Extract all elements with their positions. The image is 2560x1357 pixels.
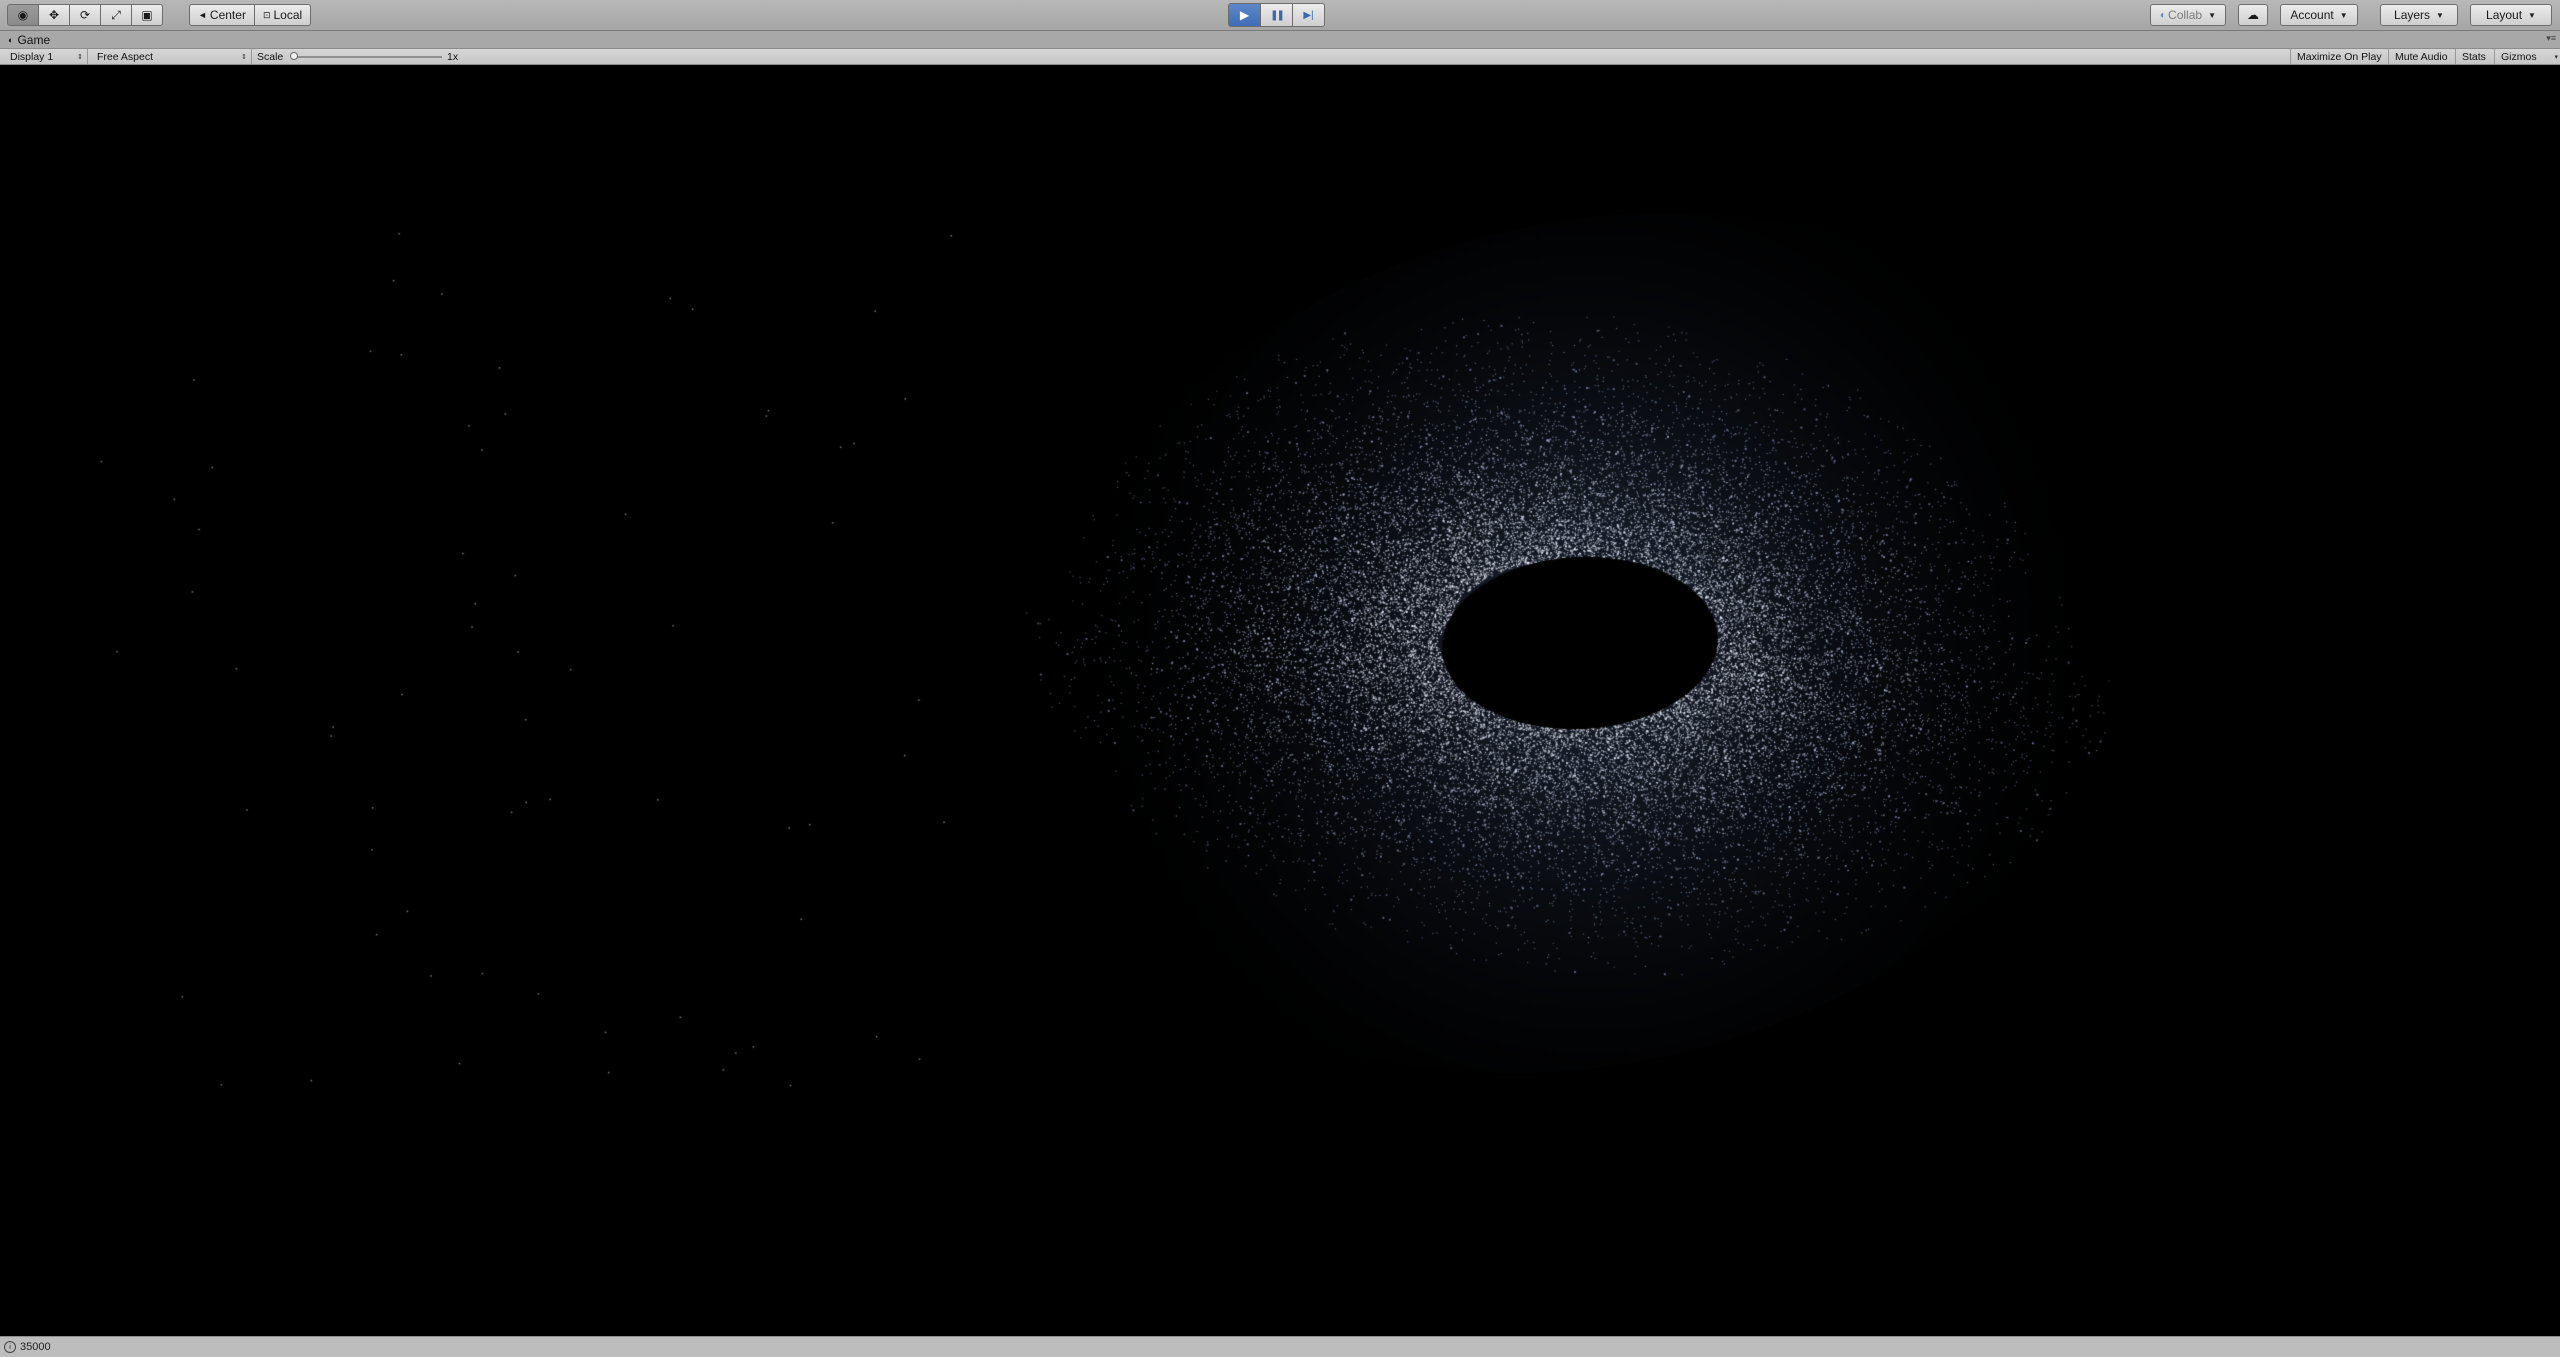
cloud-button[interactable]: ☁ [2238, 4, 2268, 26]
account-label: Account [2290, 8, 2334, 22]
tab-game-label: Game [17, 33, 51, 47]
status-bar: i 35000 [0, 1336, 2560, 1357]
info-icon: i [4, 1341, 16, 1353]
pause-icon: ❚❚ [1270, 9, 1285, 21]
pivot-controls: ◄ Center ⊡ Local [189, 4, 312, 26]
play-button[interactable]: ▶ [1228, 3, 1261, 27]
layers-dropdown[interactable]: Layers ▼ [2380, 4, 2458, 26]
pivot-icon: ◄ [198, 10, 207, 20]
status-message[interactable]: 35000 [20, 1341, 51, 1353]
updown-arrow-icon: ⇕ [241, 53, 247, 61]
rotate-tool-button[interactable]: ⟳ [69, 4, 101, 26]
scale-icon: ⤢ [111, 7, 121, 22]
display-label: Display 1 [10, 50, 54, 63]
particle-galaxy-render [0, 65, 2560, 1336]
display-dropdown[interactable]: Display 1 ⇕ [0, 49, 88, 64]
mute-audio-label: Mute Audio [2395, 50, 2448, 63]
pivot-center-button[interactable]: ◄ Center [189, 4, 255, 26]
eye-icon: ◉ [17, 8, 29, 22]
chevron-down-icon: ▼ [2528, 10, 2536, 20]
game-icon: ◐ [8, 35, 14, 45]
main-toolbar: ◉ ✥ ⟳ ⤢ ▣ ◄ Center ⊡ Local ▶ ❚❚ ▶| ◐ Col… [0, 0, 2560, 31]
collab-button[interactable]: ◐ Collab ▼ [2150, 4, 2226, 26]
game-view-toolbar: Display 1 ⇕ Free Aspect ⇕ Scale 1x Maxim… [0, 49, 2560, 65]
chevron-down-icon: ▼ [2436, 10, 2444, 20]
tab-menu-icon[interactable]: ▾≡ [2546, 33, 2556, 44]
scale-label: Scale [257, 50, 284, 63]
stats-toggle[interactable]: Stats [2455, 49, 2492, 64]
rotate-icon: ⟳ [79, 8, 91, 22]
chevron-down-icon: ▼ [2208, 10, 2216, 20]
scale-slider-thumb[interactable] [290, 52, 298, 60]
pause-button[interactable]: ❚❚ [1260, 3, 1293, 27]
game-tab-bar: ◐ Game ▾≡ [0, 31, 2560, 49]
cloud-icon: ☁ [2247, 8, 2259, 22]
aspect-label: Free Aspect [97, 50, 154, 63]
play-icon: ▶ [1239, 8, 1250, 22]
move-icon: ✥ [48, 8, 60, 22]
scale-tool-button[interactable]: ⤢ [100, 4, 132, 26]
collab-label: Collab [2168, 8, 2203, 22]
stats-label: Stats [2462, 50, 2486, 63]
layout-label: Layout [2486, 8, 2523, 22]
updown-arrow-icon: ⇕ [77, 53, 83, 61]
pivot-local-label: Local [273, 8, 303, 22]
collab-icon: ◐ [2160, 9, 2167, 21]
tab-game[interactable]: ◐ Game [4, 32, 58, 48]
step-button[interactable]: ▶| [1292, 3, 1325, 27]
layers-label: Layers [2394, 8, 2431, 22]
local-space-icon: ⊡ [262, 9, 271, 20]
view-tool-button[interactable]: ◉ [7, 4, 39, 26]
gizmos-label: Gizmos [2501, 50, 2537, 63]
scale-slider-track[interactable] [292, 56, 442, 58]
chevron-down-icon: ▼ [2339, 10, 2348, 20]
maximize-on-play-toggle[interactable]: Maximize On Play [2290, 49, 2388, 64]
transform-tools: ◉ ✥ ⟳ ⤢ ▣ [7, 4, 163, 26]
game-view[interactable] [0, 65, 2560, 1336]
step-icon: ▶| [1303, 9, 1314, 21]
gizmos-dropdown[interactable]: Gizmos ▾ [2494, 49, 2560, 64]
pivot-center-label: Center [209, 8, 246, 22]
rect-tool-button[interactable]: ▣ [131, 4, 163, 26]
account-dropdown[interactable]: Account ▼ [2280, 4, 2358, 26]
scale-value: 1x [447, 50, 459, 63]
layout-dropdown[interactable]: Layout ▼ [2470, 4, 2552, 26]
move-tool-button[interactable]: ✥ [38, 4, 70, 26]
pivot-local-button[interactable]: ⊡ Local [253, 4, 312, 26]
aspect-dropdown[interactable]: Free Aspect ⇕ [88, 49, 252, 64]
mute-audio-toggle[interactable]: Mute Audio [2388, 49, 2454, 64]
chevron-down-icon: ▾ [2554, 53, 2558, 61]
playmode-controls: ▶ ❚❚ ▶| [1228, 3, 1325, 27]
maximize-on-play-label: Maximize On Play [2297, 50, 2382, 63]
rect-icon: ▣ [141, 8, 153, 22]
